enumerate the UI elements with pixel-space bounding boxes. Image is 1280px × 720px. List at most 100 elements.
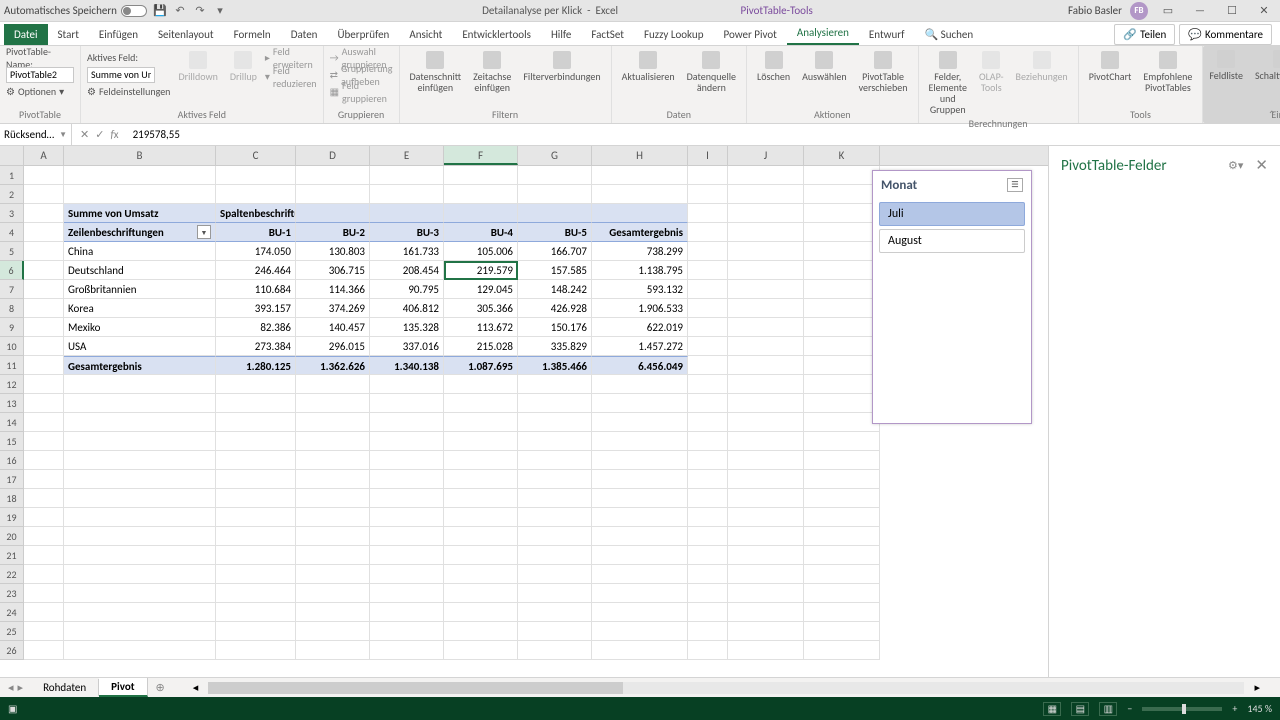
cell[interactable] [296, 451, 370, 470]
search-tab[interactable]: 🔍 Suchen [914, 24, 983, 45]
cell[interactable] [688, 546, 728, 565]
cell[interactable] [296, 508, 370, 527]
cell[interactable] [592, 584, 688, 603]
cell[interactable] [804, 527, 880, 546]
cell[interactable] [804, 451, 880, 470]
buttons-toggle-button[interactable]: Schaltflächen [1251, 48, 1280, 83]
cell[interactable] [24, 280, 64, 299]
select-all-corner[interactable] [0, 146, 24, 165]
cell[interactable] [24, 432, 64, 451]
cell[interactable] [370, 489, 444, 508]
taskpane-settings-icon[interactable]: ⚙▾ [1228, 159, 1243, 172]
cell[interactable] [804, 337, 880, 356]
hscroll-right-icon[interactable]: ▸ [1254, 681, 1260, 694]
cell[interactable] [296, 185, 370, 204]
cell[interactable] [64, 603, 216, 622]
cell[interactable] [728, 261, 804, 280]
cell[interactable] [518, 603, 592, 622]
data-cell[interactable]: 305.366 [444, 299, 518, 318]
cell[interactable] [64, 413, 216, 432]
column-header-I[interactable]: I [688, 146, 728, 165]
field-list-button[interactable]: Feldliste [1205, 48, 1247, 83]
data-cell[interactable]: 114.366 [296, 280, 370, 299]
cell[interactable] [804, 489, 880, 508]
column-header-J[interactable]: J [728, 146, 804, 165]
data-cell[interactable]: 374.269 [296, 299, 370, 318]
cell[interactable] [518, 527, 592, 546]
name-box[interactable]: Rücksend…▼ [0, 124, 72, 145]
sheet-tab-rohdaten[interactable]: Rohdaten [31, 679, 99, 696]
column-total[interactable]: 1.280.125 [216, 356, 296, 375]
cell[interactable] [444, 432, 518, 451]
cell[interactable] [24, 451, 64, 470]
cell[interactable] [592, 432, 688, 451]
cell[interactable] [296, 204, 370, 223]
cell[interactable] [518, 451, 592, 470]
data-cell[interactable]: 335.829 [518, 337, 592, 356]
cell[interactable] [216, 508, 296, 527]
cell[interactable] [804, 546, 880, 565]
cell[interactable] [592, 622, 688, 641]
cell[interactable] [216, 546, 296, 565]
cell[interactable] [804, 356, 880, 375]
cell[interactable] [370, 508, 444, 527]
save-icon[interactable]: 💾 [153, 4, 167, 18]
row-header[interactable]: 8 [0, 299, 24, 318]
cell[interactable] [688, 451, 728, 470]
cell[interactable] [296, 413, 370, 432]
cell[interactable] [728, 508, 804, 527]
column-header-bu[interactable]: BU-3 [370, 223, 444, 242]
cell[interactable] [24, 356, 64, 375]
cell[interactable] [370, 603, 444, 622]
recommended-pivottables-button[interactable]: Empfohlene PivotTables [1139, 49, 1196, 95]
cell[interactable] [688, 356, 728, 375]
cell[interactable] [728, 185, 804, 204]
row-label[interactable]: USA [64, 337, 216, 356]
tab-developer[interactable]: Entwicklertools [452, 24, 541, 45]
cell[interactable] [804, 508, 880, 527]
cell[interactable] [592, 413, 688, 432]
column-header-bu[interactable]: BU-1 [216, 223, 296, 242]
cell[interactable] [64, 451, 216, 470]
column-header-G[interactable]: G [518, 146, 592, 165]
row-header[interactable]: 7 [0, 280, 24, 299]
row-header[interactable]: 9 [0, 318, 24, 337]
sheet-tab-pivot[interactable]: Pivot [99, 678, 147, 697]
data-cell[interactable]: 426.928 [518, 299, 592, 318]
column-header-bu[interactable]: BU-2 [296, 223, 370, 242]
cell[interactable] [64, 584, 216, 603]
cell[interactable] [24, 204, 64, 223]
cell[interactable] [804, 432, 880, 451]
cell[interactable] [444, 470, 518, 489]
cell[interactable] [444, 584, 518, 603]
data-cell[interactable]: 130.803 [296, 242, 370, 261]
change-datasource-button[interactable]: Datenquelle ändern [683, 49, 740, 95]
cell[interactable] [64, 565, 216, 584]
cell[interactable] [728, 166, 804, 185]
cell[interactable] [804, 166, 880, 185]
cell[interactable] [444, 508, 518, 527]
cell[interactable] [804, 318, 880, 337]
minimize-icon[interactable]: — [1188, 2, 1212, 20]
row-header[interactable]: 24 [0, 603, 24, 622]
cell[interactable] [444, 622, 518, 641]
macro-record-icon[interactable]: ▣ [8, 702, 17, 715]
column-header-bu[interactable]: BU-4 [444, 223, 518, 242]
maximize-icon[interactable]: ☐ [1220, 2, 1244, 20]
cell[interactable] [370, 451, 444, 470]
slicer-item-juli[interactable]: Juli [879, 202, 1025, 226]
cell[interactable] [216, 166, 296, 185]
cell[interactable] [370, 185, 444, 204]
cell[interactable] [728, 622, 804, 641]
cell[interactable] [688, 223, 728, 242]
column-total[interactable]: 1.385.466 [518, 356, 592, 375]
cell[interactable] [24, 185, 64, 204]
cell[interactable] [804, 261, 880, 280]
close-icon[interactable]: ✕ [1252, 2, 1276, 20]
data-cell[interactable]: 393.157 [216, 299, 296, 318]
cell[interactable] [444, 413, 518, 432]
fx-icon[interactable]: fx [110, 128, 118, 141]
cell[interactable] [518, 375, 592, 394]
row-label[interactable]: China [64, 242, 216, 261]
qat-dropdown-icon[interactable]: ▾ [213, 4, 227, 18]
